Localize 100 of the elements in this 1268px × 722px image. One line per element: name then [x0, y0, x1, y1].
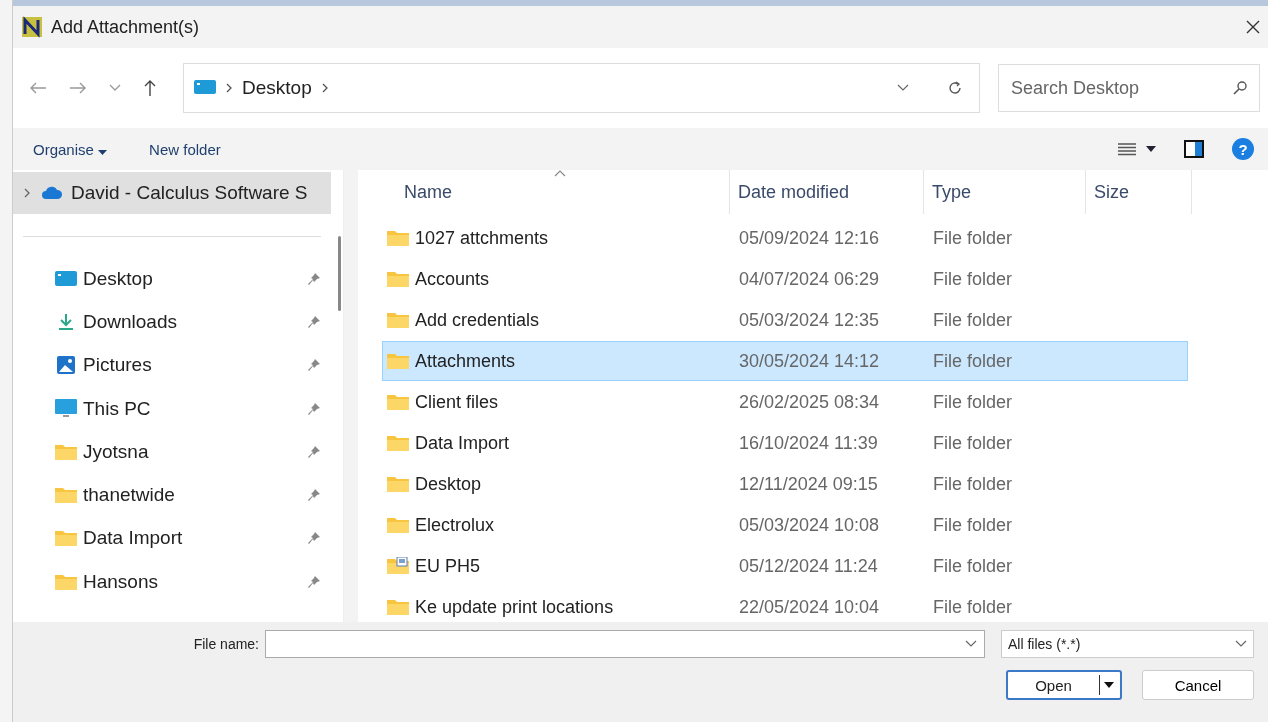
folder-icon	[387, 352, 409, 370]
sidebar-item[interactable]: Jyotsna	[13, 430, 343, 474]
sidebar-item[interactable]: thanetwide	[13, 473, 343, 517]
pin-icon[interactable]	[307, 401, 321, 416]
folder-icon	[55, 529, 77, 548]
column-header[interactable]: Name	[382, 170, 730, 214]
cancel-button[interactable]: Cancel	[1142, 670, 1254, 700]
chevron-right-icon[interactable]	[321, 83, 328, 93]
file-row[interactable]: Client files 26/02/2025 08:34 File folder	[382, 382, 1188, 422]
folder-icon	[387, 270, 409, 288]
date-cell-text: 04/07/2024 06:29	[738, 268, 881, 290]
folder-icon	[387, 311, 409, 329]
sidebar-item[interactable]: Data Import	[13, 516, 343, 561]
file-name: Data Import	[415, 432, 510, 454]
type-cell-text: File folder	[932, 596, 1014, 618]
date-cell-text: 12/11/2024 09:15	[738, 473, 879, 495]
file-row[interactable]: Accounts 04/07/2024 06:29 File folder	[382, 259, 1188, 299]
pin-icon[interactable]	[307, 531, 321, 546]
date-cell-text: 05/12/2024 11:24	[738, 555, 879, 577]
column-header[interactable]: Date modified	[730, 170, 924, 214]
view-list-icon[interactable]	[1118, 142, 1136, 156]
pin-icon[interactable]	[307, 574, 321, 589]
close-icon[interactable]	[1246, 20, 1260, 34]
folder-document-icon	[387, 557, 409, 575]
file-name: Attachments	[415, 350, 516, 372]
date-cell-text: 22/05/2024 10:04	[738, 596, 881, 618]
file-row[interactable]: 1027 attchments 05/09/2024 12:16 File folder	[382, 218, 1188, 258]
pin-icon[interactable]	[307, 358, 321, 373]
sidebar-item[interactable]: Hansons	[13, 560, 343, 604]
folder-icon	[387, 393, 409, 411]
breadcrumb-item[interactable]: Desktop	[242, 77, 312, 99]
chevron-down-icon	[1235, 640, 1247, 648]
help-button[interactable]: ?	[1232, 138, 1254, 160]
file-name: EU PH5	[415, 555, 481, 577]
caret-icon	[1104, 682, 1114, 688]
organise-button[interactable]: Organise	[23, 136, 118, 162]
file-name: Client files	[415, 391, 499, 413]
sidebar-item[interactable]: Pictures	[13, 343, 343, 387]
file-name: 1027 attchments	[415, 227, 549, 249]
monitor-icon	[55, 398, 77, 419]
sidebar-item[interactable]: Downloads	[13, 300, 343, 344]
file-row[interactable]: Electrolux 05/03/2024 10:08 File folder	[382, 505, 1188, 545]
type-cell-text: File folder	[932, 555, 1014, 577]
sidebar-item[interactable]: Desktop	[13, 257, 343, 301]
address-bar[interactable]: Desktop	[183, 63, 980, 113]
type-cell-text: File folder	[932, 473, 1014, 495]
pin-icon[interactable]	[307, 444, 321, 459]
folder-icon	[387, 475, 409, 493]
forward-arrow-icon[interactable]	[69, 81, 87, 95]
caret-icon[interactable]	[1146, 146, 1156, 152]
pin-icon[interactable]	[307, 271, 321, 286]
folder-icon	[55, 442, 77, 461]
search-field[interactable]: Search Desktop	[998, 64, 1260, 112]
chevron-down-icon[interactable]	[109, 84, 121, 92]
pin-icon[interactable]	[307, 488, 321, 503]
refresh-icon[interactable]	[947, 80, 963, 96]
file-name: Accounts	[415, 268, 490, 290]
type-cell-text: File folder	[932, 309, 1014, 331]
file-row[interactable]: EU PH5 05/12/2024 11:24 File folder	[382, 546, 1188, 586]
chevron-right-icon	[226, 83, 232, 93]
folder-icon	[387, 598, 409, 616]
open-split-button[interactable]: Open	[1006, 670, 1122, 700]
search-icon[interactable]	[1232, 80, 1248, 96]
type-cell-text: File folder	[932, 350, 1014, 372]
cloud-drive-item[interactable]: David - Calculus Software S	[13, 172, 331, 214]
type-cell-text: File folder	[932, 268, 1014, 290]
file-name: Desktop	[415, 473, 482, 495]
chevron-down-icon[interactable]	[965, 640, 977, 648]
file-type-dropdown[interactable]: All files (*.*)	[1001, 630, 1254, 658]
date-cell-text: 16/10/2024 11:39	[738, 432, 879, 454]
folder-icon	[55, 572, 77, 591]
caret-icon	[98, 149, 108, 155]
chevron-down-icon[interactable]	[897, 84, 909, 92]
desktop-icon	[55, 270, 77, 287]
file-name-field[interactable]	[265, 630, 985, 658]
scrollbar-thumb[interactable]	[338, 236, 341, 311]
file-row[interactable]: Desktop 12/11/2024 09:15 File folder	[382, 464, 1188, 504]
new-folder-button[interactable]: New folder	[139, 136, 231, 162]
app-icon	[21, 16, 43, 38]
window-title: Add Attachment(s)	[51, 16, 200, 38]
file-row[interactable]: Data Import 16/10/2024 11:39 File folder	[382, 423, 1188, 463]
sidebar-item[interactable]: This PC	[13, 386, 343, 431]
file-row[interactable]: Attachments 30/05/2024 14:12 File folder	[382, 341, 1188, 381]
date-cell-text: 05/03/2024 10:08	[738, 514, 881, 536]
type-cell-text: File folder	[932, 514, 1014, 536]
type-cell-text: File folder	[932, 227, 1014, 249]
up-arrow-icon[interactable]	[143, 79, 157, 97]
file-name-label: File name:	[192, 636, 259, 652]
column-header[interactable]: Type	[924, 170, 1086, 214]
preview-pane-icon[interactable]	[1184, 140, 1204, 158]
sort-caret-icon	[554, 170, 566, 177]
file-row[interactable]: Add credentials 05/03/2024 12:35 File folder	[382, 300, 1188, 340]
column-header[interactable]: Size	[1086, 170, 1192, 214]
desktop-icon	[194, 80, 216, 96]
pin-icon[interactable]	[307, 314, 321, 329]
file-row[interactable]: Ke update print locations 22/05/2024 10:04 File folder	[382, 587, 1188, 622]
back-arrow-icon[interactable]	[29, 81, 47, 95]
type-cell-text: File folder	[932, 432, 1014, 454]
file-name: Electrolux	[415, 514, 495, 536]
date-cell-text: 26/02/2025 08:34	[738, 391, 881, 413]
